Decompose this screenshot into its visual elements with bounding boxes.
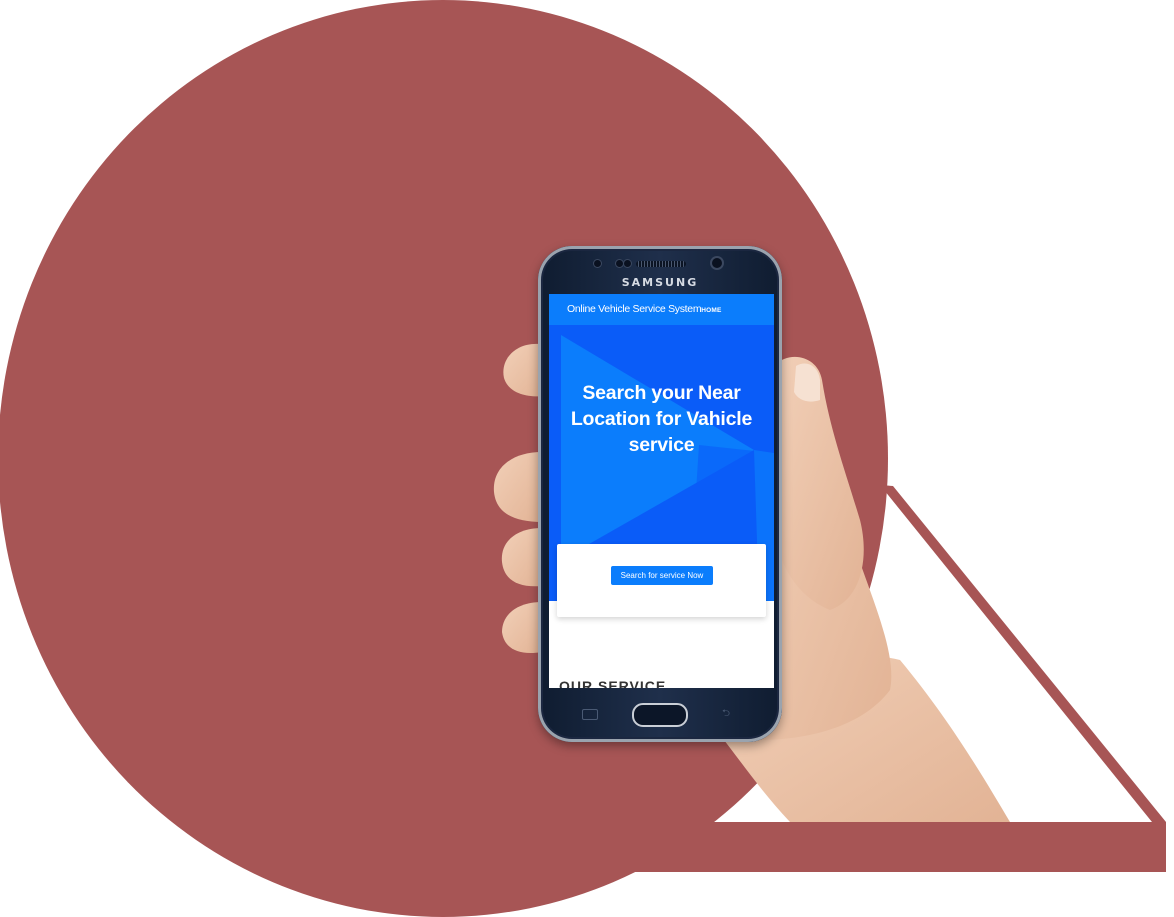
brand-link[interactable]: Online Vehicle Service SystemHOME xyxy=(567,303,722,315)
hero-title: Search your Near Location for Vahicle se… xyxy=(570,382,753,456)
section-heading: OUR SERVICE xyxy=(559,678,667,688)
phone-sensor xyxy=(624,260,631,267)
front-camera-icon xyxy=(712,258,722,268)
phone-speaker xyxy=(636,261,686,267)
phone-sensor xyxy=(616,260,623,267)
home-button-icon[interactable] xyxy=(632,703,688,727)
search-service-button[interactable]: Search for service Now xyxy=(611,566,713,585)
brand-text[interactable]: Online Vehicle Service System xyxy=(567,303,702,315)
phone-brand-label: SAMSUNG xyxy=(621,276,699,289)
phone-sensor xyxy=(594,260,601,267)
phone-device: SAMSUNG Online Vehicle Service SystemHOM… xyxy=(538,246,782,742)
nav-home-link[interactable]: HOME xyxy=(701,307,721,314)
navbar: Online Vehicle Service SystemHOME xyxy=(549,294,774,325)
search-card: Search for service Now xyxy=(557,544,766,617)
back-icon[interactable]: ⮌ xyxy=(722,709,736,719)
recent-apps-icon[interactable] xyxy=(582,709,598,720)
phone-screen: Online Vehicle Service SystemHOME Search… xyxy=(549,294,774,688)
